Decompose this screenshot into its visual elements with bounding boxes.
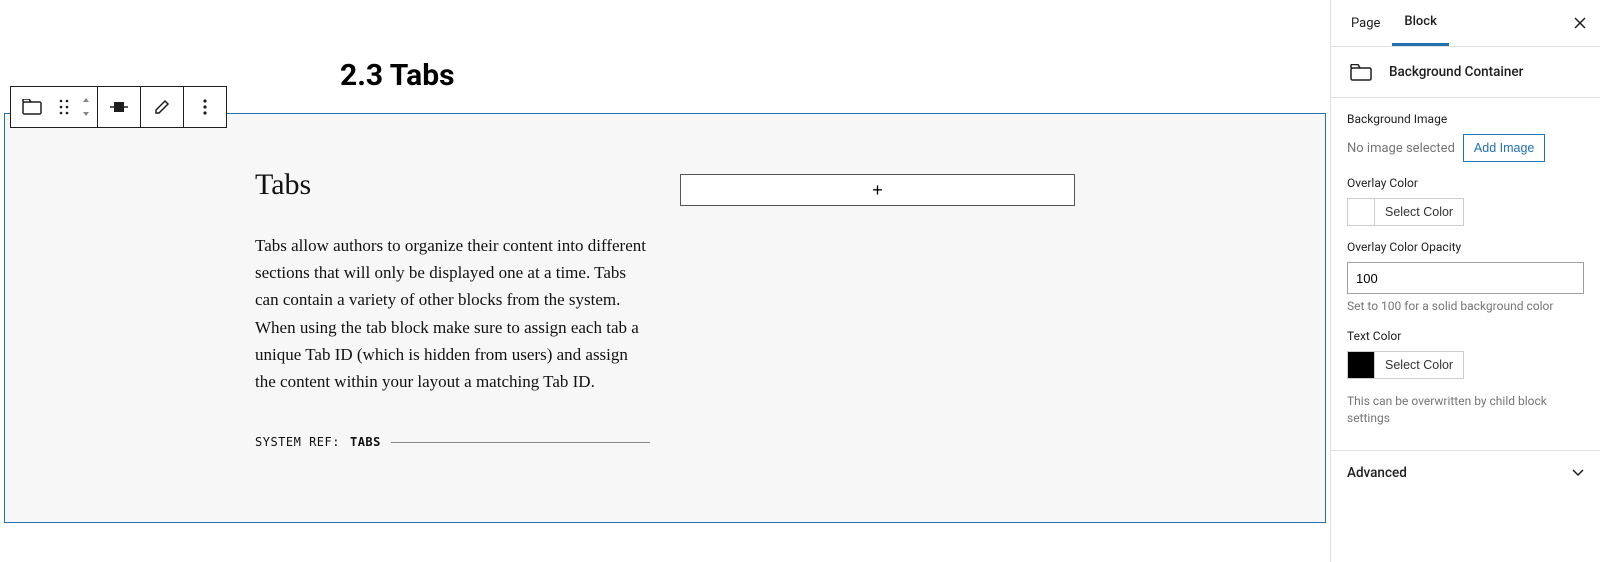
bg-image-status: No image selected (1347, 141, 1455, 156)
folder-icon (22, 99, 42, 115)
align-icon (110, 100, 128, 114)
block-toolbar (10, 86, 227, 128)
text-color-help: This can be overwritten by child block s… (1347, 393, 1584, 427)
inspector-tabs: Page Block (1331, 0, 1600, 47)
content-body[interactable]: Tabs allow authors to organize their con… (255, 232, 650, 395)
advanced-title: Advanced (1347, 465, 1407, 481)
toolbar-movers[interactable] (75, 87, 97, 127)
system-ref-label: SYSTEM REF: (255, 435, 340, 449)
text-color-swatch (1348, 352, 1374, 378)
tab-block[interactable]: Block (1392, 0, 1448, 46)
block-type-header: Background Container (1331, 47, 1600, 98)
editor-area: 2.3 Tabs Tabs Tabs allow authors to orga… (0, 0, 1330, 562)
add-block-button[interactable]: + (680, 174, 1075, 206)
toolbar-edit-button[interactable] (141, 87, 183, 127)
system-ref-value[interactable]: TABS (350, 435, 381, 449)
close-icon (1574, 17, 1586, 29)
overlay-opacity-input[interactable] (1347, 262, 1584, 294)
toolbar-block-type-button[interactable] (11, 87, 53, 127)
overlay-color-select[interactable]: Select Color (1347, 198, 1464, 226)
close-inspector-button[interactable] (1568, 11, 1592, 35)
background-container-block[interactable]: Tabs Tabs allow authors to organize thei… (4, 113, 1326, 523)
movers-icon (81, 97, 91, 117)
toolbar-drag-handle[interactable] (53, 87, 75, 127)
add-image-button[interactable]: Add Image (1463, 134, 1545, 162)
system-ref: SYSTEM REF: TABS (255, 435, 650, 449)
bg-image-title: Background Image (1347, 112, 1584, 126)
right-column: + (680, 168, 1075, 449)
system-ref-line (391, 442, 650, 443)
overlay-opacity-help: Set to 100 for a solid background color (1347, 298, 1584, 315)
toolbar-align-button[interactable] (98, 87, 140, 127)
overlay-select-color-button[interactable]: Select Color (1374, 199, 1463, 225)
text-color-title: Text Color (1347, 329, 1584, 343)
block-type-label: Background Container (1389, 64, 1523, 80)
panel-advanced-toggle[interactable]: Advanced (1331, 450, 1600, 495)
two-column-layout: Tabs Tabs allow authors to organize thei… (5, 168, 1325, 449)
block-type-icon (1347, 60, 1375, 84)
chevron-down-icon (1572, 469, 1584, 477)
folder-icon (1350, 64, 1372, 81)
plus-icon: + (872, 180, 883, 201)
pencil-icon (154, 99, 170, 115)
more-vertical-icon (203, 99, 207, 115)
toolbar-more-button[interactable] (184, 87, 226, 127)
tab-page[interactable]: Page (1339, 0, 1392, 46)
overlay-color-swatch (1348, 199, 1374, 225)
text-select-color-button[interactable]: Select Color (1374, 352, 1463, 378)
drag-icon (59, 99, 69, 115)
left-column: Tabs Tabs allow authors to organize thei… (255, 168, 650, 449)
overlay-color-title: Overlay Color (1347, 176, 1584, 190)
content-heading[interactable]: Tabs (255, 168, 650, 202)
overlay-opacity-title: Overlay Color Opacity (1347, 240, 1584, 254)
panel-background-image: Background Image No image selected Add I… (1331, 98, 1600, 450)
page-title[interactable]: 2.3 Tabs (340, 58, 1330, 93)
text-color-select[interactable]: Select Color (1347, 351, 1464, 379)
inspector-sidebar: Page Block Background Container Backgrou… (1330, 0, 1600, 562)
